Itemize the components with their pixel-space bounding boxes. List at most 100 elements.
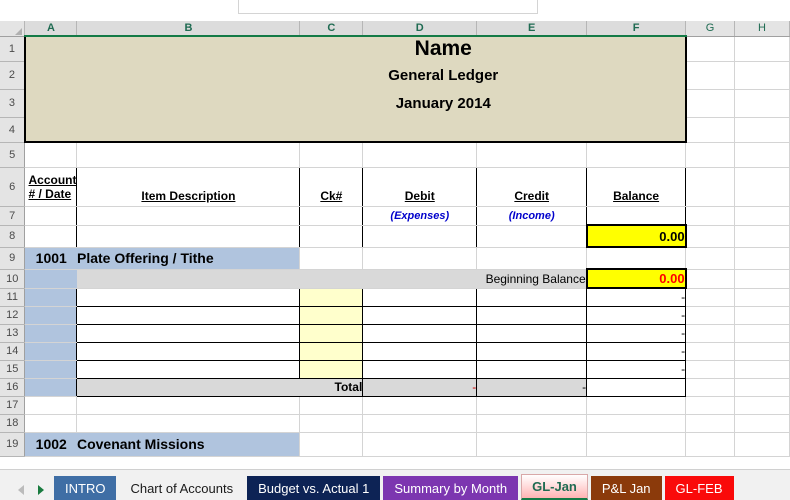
- entry-5-balance[interactable]: -: [586, 360, 687, 379]
- row-header-8[interactable]: 8: [0, 225, 26, 248]
- cell-d9[interactable]: [362, 247, 478, 270]
- sheet-tab-chart-of-accounts[interactable]: Chart of Accounts: [119, 476, 245, 500]
- cell-d5[interactable]: [362, 142, 478, 168]
- entry-5-debit[interactable]: [362, 360, 478, 379]
- row-header-6[interactable]: 6: [0, 167, 26, 207]
- entry-2-description[interactable]: [76, 306, 301, 325]
- sheet-tab-intro[interactable]: INTRO: [54, 476, 117, 500]
- cell-c17[interactable]: [299, 396, 364, 415]
- row-header-14[interactable]: 14: [0, 342, 26, 361]
- sheet-tab-gl-jan[interactable]: GL-Jan: [521, 474, 588, 500]
- cell-e5[interactable]: [476, 142, 588, 168]
- entry-3-ck[interactable]: [299, 324, 364, 343]
- column-header-g[interactable]: G: [685, 21, 735, 37]
- account-1001-name[interactable]: Plate Offering / Tithe: [76, 247, 301, 270]
- cell-f9[interactable]: [586, 247, 687, 270]
- row-header-19[interactable]: 19: [0, 432, 26, 457]
- cell-e9[interactable]: [476, 247, 588, 270]
- cell-g3[interactable]: [685, 89, 735, 118]
- account-1002-number[interactable]: 1002: [24, 432, 77, 457]
- entry-2-date[interactable]: [24, 306, 77, 325]
- row-header-9[interactable]: 9: [0, 247, 26, 270]
- cell-h1[interactable]: [734, 36, 790, 62]
- cell-h15[interactable]: [734, 360, 790, 379]
- cell-h7[interactable]: [734, 206, 790, 226]
- entry-1-credit[interactable]: [476, 287, 588, 307]
- cell-d8[interactable]: [362, 225, 478, 248]
- header-balance[interactable]: Balance: [586, 167, 687, 207]
- entry-5-ck[interactable]: [299, 360, 364, 379]
- column-header-c[interactable]: C: [299, 21, 364, 37]
- cell-g1[interactable]: [685, 36, 735, 62]
- cell-h11[interactable]: [734, 288, 790, 307]
- entry-3-balance[interactable]: -: [586, 324, 687, 343]
- cell-d18[interactable]: [362, 414, 478, 433]
- entry-3-credit[interactable]: [476, 324, 588, 343]
- row-header-17[interactable]: 17: [0, 396, 26, 415]
- cell-g13[interactable]: [685, 324, 735, 343]
- cell-h19[interactable]: [734, 432, 790, 457]
- entry-4-balance[interactable]: -: [586, 342, 687, 361]
- cell-f19[interactable]: [586, 432, 687, 457]
- entry-3-description[interactable]: [76, 324, 301, 343]
- cell-h6[interactable]: [734, 167, 790, 207]
- cell-h13[interactable]: [734, 324, 790, 343]
- cell-d17[interactable]: [362, 396, 478, 415]
- sheet-tab-gl-feb[interactable]: GL-FEB: [664, 476, 734, 500]
- cell-f17[interactable]: [586, 396, 687, 415]
- cell-h9[interactable]: [734, 247, 790, 270]
- cell-a10[interactable]: [24, 269, 77, 289]
- grid-table[interactable]: A B C D E F G H 1 Name 2 General Ledger …: [0, 21, 790, 457]
- cell-g6[interactable]: [685, 167, 735, 207]
- cell-g4[interactable]: [685, 117, 735, 143]
- cell-g7[interactable]: [685, 206, 735, 226]
- cell-e8[interactable]: [476, 225, 588, 248]
- cell-g12[interactable]: [685, 306, 735, 325]
- entry-1-debit[interactable]: [362, 287, 478, 307]
- cell-b17[interactable]: [76, 396, 301, 415]
- cell-a18[interactable]: [24, 414, 78, 433]
- cell-f7[interactable]: [586, 206, 687, 226]
- cell-h5[interactable]: [734, 142, 790, 168]
- cell-b5[interactable]: [76, 142, 301, 168]
- cell-c19[interactable]: [299, 432, 364, 457]
- sheet-tab-budget-vs-actual-1[interactable]: Budget vs. Actual 1: [247, 476, 381, 500]
- row-header-10[interactable]: 10: [0, 269, 26, 289]
- cell-g2[interactable]: [685, 61, 735, 90]
- row-header-3[interactable]: 3: [0, 89, 26, 118]
- cell-c9[interactable]: [299, 247, 364, 270]
- cell-g18[interactable]: [685, 414, 735, 433]
- entry-2-balance[interactable]: -: [586, 306, 687, 325]
- cell-b7[interactable]: [76, 206, 301, 226]
- cell-c5[interactable]: [299, 142, 364, 168]
- cell-g15[interactable]: [685, 360, 735, 379]
- row-header-16[interactable]: 16: [0, 378, 26, 397]
- header-debit[interactable]: Debit: [362, 167, 478, 207]
- cell-h3[interactable]: [734, 89, 790, 118]
- cell-g11[interactable]: [685, 288, 735, 307]
- cell-h18[interactable]: [734, 414, 790, 433]
- row-header-12[interactable]: 12: [0, 306, 26, 325]
- cell-b18[interactable]: [76, 414, 301, 433]
- cell-h17[interactable]: [734, 396, 790, 415]
- column-header-d[interactable]: D: [362, 21, 478, 37]
- column-header-h[interactable]: H: [734, 21, 790, 37]
- cell-h12[interactable]: [734, 306, 790, 325]
- row-header-11[interactable]: 11: [0, 288, 26, 307]
- cell-g14[interactable]: [685, 342, 735, 361]
- header-ck[interactable]: Ck#: [299, 167, 364, 207]
- cell-d19[interactable]: [362, 432, 478, 457]
- entry-4-credit[interactable]: [476, 342, 588, 361]
- row-header-5[interactable]: 5: [0, 142, 26, 168]
- opening-balance-cell[interactable]: 0.00: [585, 224, 687, 248]
- header-credit[interactable]: Credit: [476, 167, 588, 207]
- entry-5-credit[interactable]: [476, 360, 588, 379]
- cell-c8[interactable]: [299, 225, 364, 248]
- entry-5-description[interactable]: [76, 360, 301, 379]
- cell-a5[interactable]: [24, 142, 78, 168]
- cell-a7[interactable]: [24, 206, 78, 226]
- entry-2-credit[interactable]: [476, 306, 588, 325]
- cell-h14[interactable]: [734, 342, 790, 361]
- entry-4-date[interactable]: [24, 342, 77, 361]
- cell-e17[interactable]: [476, 396, 588, 415]
